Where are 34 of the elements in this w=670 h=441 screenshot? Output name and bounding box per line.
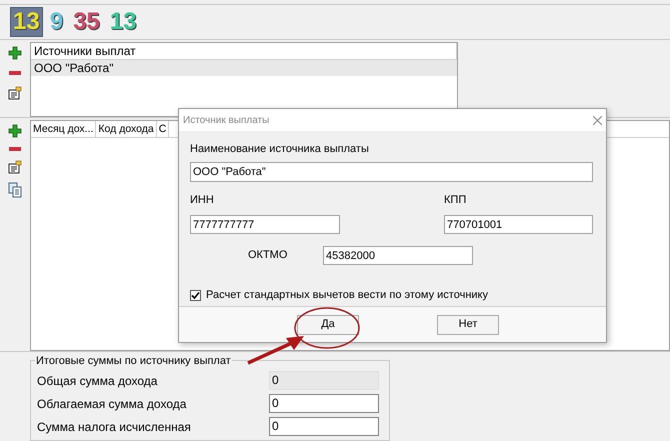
- field-label: Облагаемая сумма дохода: [37, 396, 188, 412]
- dialog-title: Источник выплаты: [183, 114, 270, 128]
- plus-icon[interactable]: [8, 124, 22, 138]
- field-label: ОКТМО: [248, 248, 288, 264]
- minus-icon[interactable]: [8, 70, 22, 76]
- edit-icon[interactable]: [8, 86, 22, 100]
- column-header[interactable]: Источники выплат: [31, 43, 457, 59]
- close-icon[interactable]: [593, 116, 602, 124]
- field-label: Наименование источника выплаты: [190, 142, 370, 157]
- amount-field[interactable]: 0: [269, 394, 379, 413]
- edit-icon[interactable]: [8, 160, 22, 174]
- oktmo-field[interactable]: 45382000: [323, 246, 473, 265]
- checkbox[interactable]: [190, 290, 201, 301]
- column-header[interactable]: Код дохода: [96, 121, 157, 137]
- copy-icon[interactable]: [8, 182, 22, 198]
- amount-field[interactable]: 0: [269, 417, 379, 436]
- inn-field[interactable]: 7777777777: [190, 215, 340, 234]
- field-label: ИНН: [190, 192, 215, 208]
- kpp-field[interactable]: 770701001: [444, 215, 593, 234]
- field-label: Общая сумма дохода: [37, 372, 158, 390]
- field-label: КПП: [444, 192, 468, 208]
- minus-icon[interactable]: [8, 146, 22, 152]
- group-title: Итоговые суммы по источнику выплат: [35, 353, 232, 370]
- table-row[interactable]: ООО "Работа": [31, 60, 457, 76]
- counter-button[interactable]: 35: [70, 7, 103, 37]
- dialog-button[interactable]: Нет: [437, 314, 499, 334]
- name-field[interactable]: ООО "Работа": [190, 162, 593, 182]
- column-header[interactable]: С: [156, 121, 170, 137]
- plus-icon[interactable]: [8, 46, 22, 60]
- highlight-ellipse: [293, 306, 361, 350]
- column-header[interactable]: Месяц дох...: [31, 121, 96, 137]
- checkbox-label: Расчет стандартных вычетов вести по этому источнику: [206, 288, 488, 303]
- field-label: Сумма налога исчисленная: [37, 418, 192, 436]
- dialog-button[interactable]: Да: [297, 314, 359, 334]
